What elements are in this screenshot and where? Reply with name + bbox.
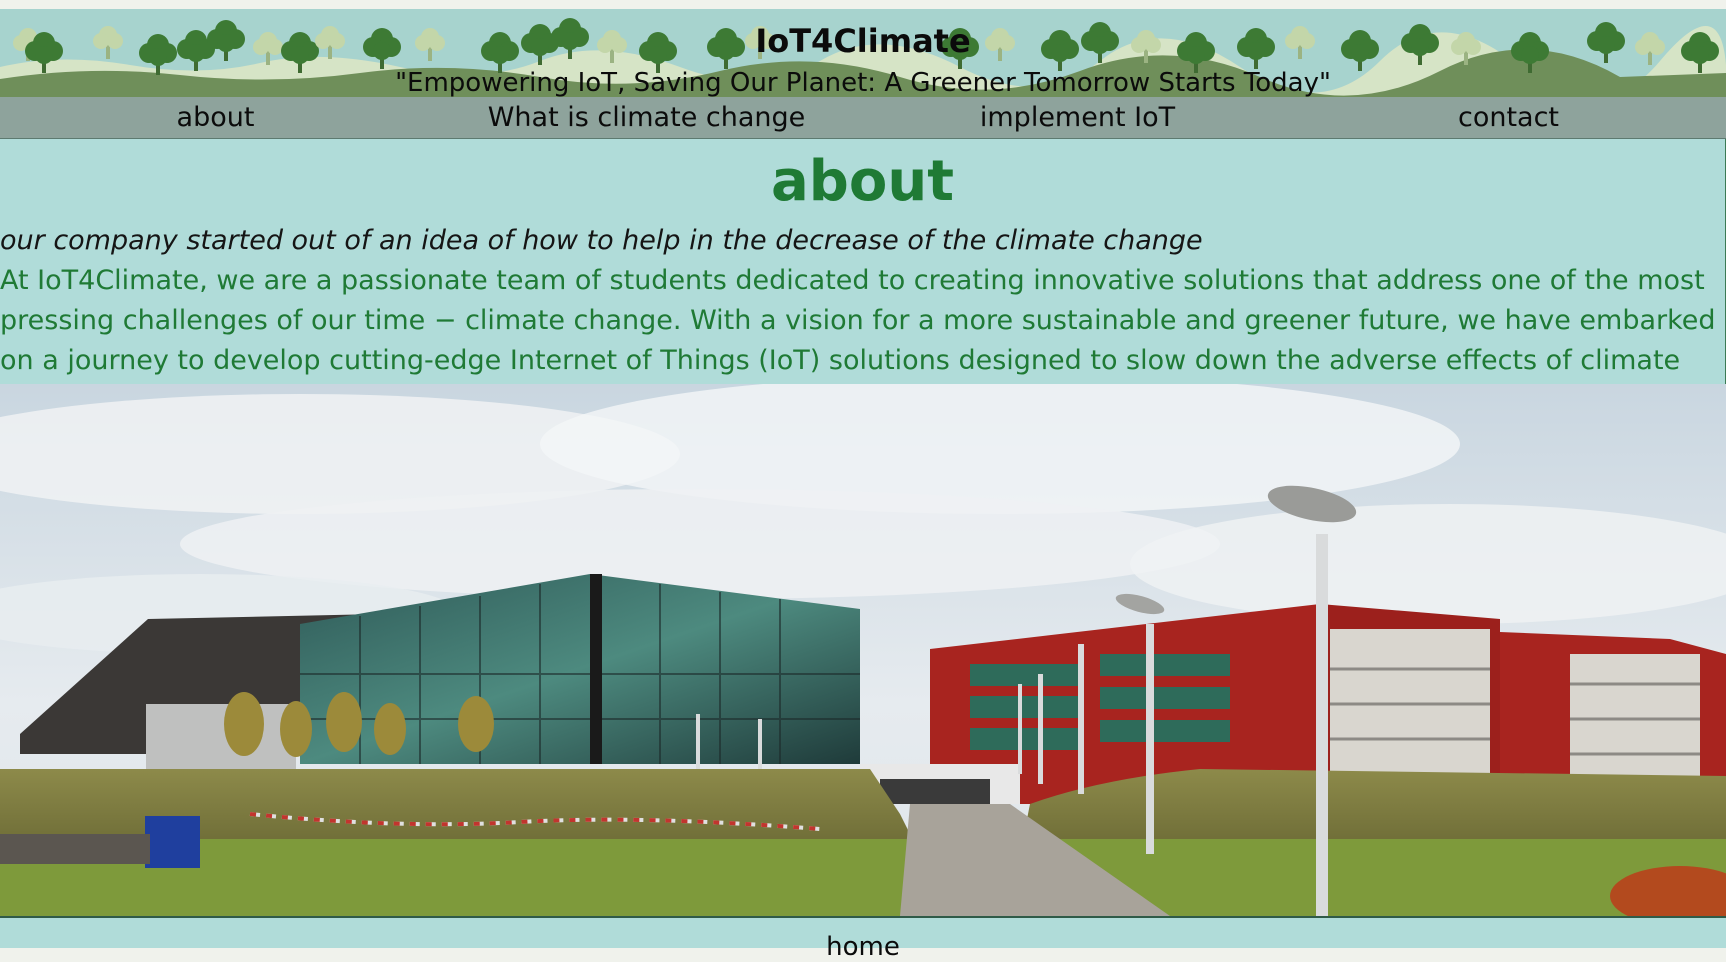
nav-link-contact[interactable]: contact xyxy=(1293,97,1724,138)
nav-link-about[interactable]: about xyxy=(0,97,431,138)
site-footer: home xyxy=(0,916,1726,962)
site-header: IoT4Climate "Empowering IoT, Saving Our … xyxy=(0,9,1726,97)
main-nav: about What is climate change implement I… xyxy=(0,97,1726,139)
about-section: about our company started out of an idea… xyxy=(0,139,1726,416)
intro-text: our company started out of an idea of ho… xyxy=(0,225,1203,256)
nav-link-implement-iot[interactable]: implement IoT xyxy=(862,97,1293,138)
site-tagline: "Empowering IoT, Saving Our Planet: A Gr… xyxy=(395,68,1331,97)
site-title: IoT4Climate xyxy=(755,22,971,60)
footer-link-home[interactable]: home xyxy=(0,932,1726,962)
campus-building-photo xyxy=(0,384,1726,916)
nav-link-climate-change[interactable]: What is climate change xyxy=(431,97,862,138)
page-title: about xyxy=(771,149,954,214)
